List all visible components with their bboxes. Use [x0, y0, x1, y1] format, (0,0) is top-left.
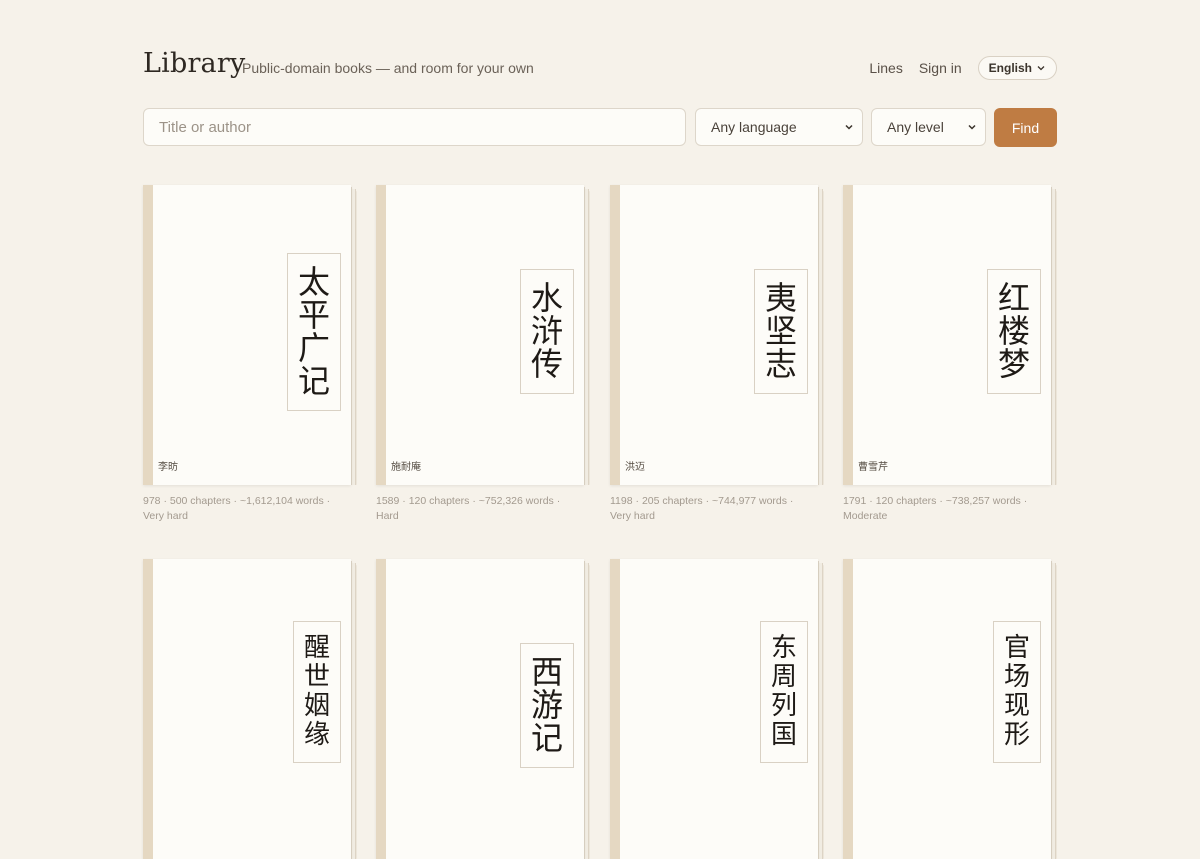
book-title: 西游记 — [520, 643, 574, 768]
book-title: 太平广记 — [287, 253, 341, 411]
book-title: 红楼梦 — [987, 269, 1041, 394]
brand-title[interactable]: Library — [143, 48, 245, 79]
tagline: Public-domain books — and room for your … — [242, 60, 534, 76]
book-title: 夷坚志 — [754, 269, 808, 394]
book-meta: 1589 · 120 chapters · ~752,326 words · Ha… — [376, 495, 561, 522]
find-button[interactable]: Find — [994, 108, 1057, 147]
search-bar: Any language Any level Find — [143, 108, 1057, 148]
book-cover[interactable]: 醒世姻缘 — [143, 559, 357, 859]
book-spine — [376, 559, 386, 859]
book-title: 醒世姻缘 — [293, 621, 341, 763]
header: Library Public-domain books — and room f… — [143, 44, 1057, 84]
search-input[interactable] — [143, 108, 686, 146]
chevron-down-icon — [1037, 66, 1045, 71]
language-label: English — [988, 61, 1032, 75]
top-nav: Lines Sign in English — [869, 56, 1057, 80]
book-cover[interactable]: 太平广记 李昉 — [143, 185, 357, 485]
book-cover[interactable]: 红楼梦 曹雪芹 — [843, 185, 1057, 485]
book-meta: 978 · 500 chapters · ~1,612,104 words · V… — [143, 495, 331, 522]
book-cover[interactable]: 东周列国 — [610, 559, 824, 859]
book-spine — [610, 559, 620, 859]
book-cover[interactable]: 西游记 — [376, 559, 590, 859]
book-author: 洪迈 — [625, 462, 645, 473]
book-title: 东周列国 — [760, 621, 808, 763]
book-spine — [143, 559, 153, 859]
level-select-value: Any level — [887, 119, 944, 135]
book-cover[interactable]: 夷坚志 洪迈 — [610, 185, 824, 485]
book-spine — [843, 185, 853, 485]
book-author: 曹雪芹 — [858, 462, 888, 473]
book-spine — [376, 185, 386, 485]
book-cover[interactable]: 水浒传 施耐庵 — [376, 185, 590, 485]
chevron-down-icon — [968, 124, 976, 130]
language-select-value: Any language — [711, 119, 797, 135]
book-spine — [610, 185, 620, 485]
book-cover[interactable]: 官场现形 — [843, 559, 1057, 859]
book-spine — [843, 559, 853, 859]
language-switcher[interactable]: English — [977, 56, 1057, 80]
nav-sign-in-link[interactable]: Sign in — [919, 60, 962, 76]
book-author: 李昉 — [158, 462, 178, 473]
book-title: 水浒传 — [520, 269, 574, 394]
language-select[interactable]: Any language — [695, 108, 863, 146]
book-meta: 1791 · 120 chapters · ~738,257 words · Mo… — [843, 495, 1028, 522]
book-spine — [143, 185, 153, 485]
chevron-down-icon — [845, 124, 853, 130]
book-meta: 1198 · 205 chapters · ~744,977 words · Ve… — [610, 495, 794, 522]
nav-lines-link[interactable]: Lines — [869, 60, 902, 76]
book-title: 官场现形 — [993, 621, 1041, 763]
book-author: 施耐庵 — [391, 462, 421, 473]
level-select[interactable]: Any level — [871, 108, 986, 146]
